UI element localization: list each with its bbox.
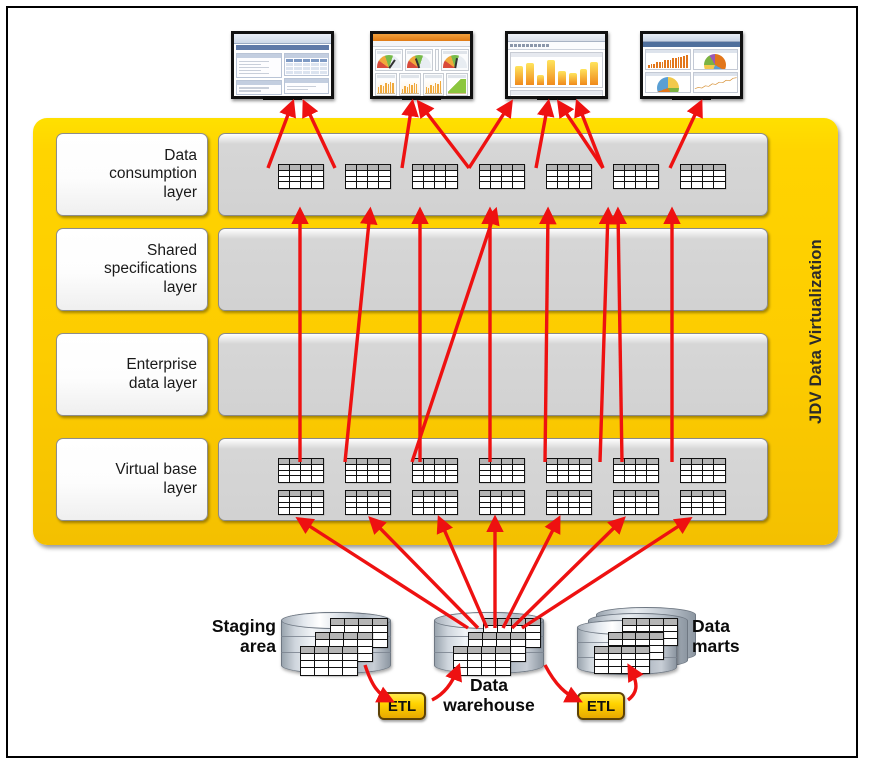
table-icon	[680, 458, 726, 483]
staging-area-label: Staging area	[211, 616, 276, 656]
layer-label-text: Virtual base layer	[115, 461, 197, 497]
table-icon	[453, 646, 511, 676]
table-icon	[345, 490, 391, 515]
table-icon	[278, 490, 324, 515]
layer-band-enterprise-data	[218, 333, 768, 416]
table-icon	[613, 164, 659, 189]
dashboard-report	[231, 31, 334, 100]
table-icon	[479, 164, 525, 189]
dashboard-gauges	[370, 31, 473, 100]
table-icon	[594, 646, 650, 674]
table-icon	[546, 458, 592, 483]
layer-band-shared-specifications	[218, 228, 768, 311]
table-icon	[300, 646, 358, 676]
table-icon	[278, 458, 324, 483]
etl-box-warehouse-to-marts: ETL	[577, 692, 625, 720]
jdv-container-label-text: JDV Data Virtualization	[806, 239, 825, 424]
layer-label-shared-specifications: Shared specifications layer	[56, 228, 208, 311]
table-icon	[412, 458, 458, 483]
layer-label-virtual-base: Virtual base layer	[56, 438, 208, 521]
layer-label-text: Data consumption layer	[109, 147, 197, 201]
table-icon	[613, 490, 659, 515]
dashboard-bars-area	[505, 31, 608, 100]
table-icon	[680, 490, 726, 515]
table-icon	[412, 164, 458, 189]
layer-label-enterprise-data: Enterprise data layer	[56, 333, 208, 416]
layer-label-text: Enterprise data layer	[126, 356, 197, 392]
diagram-canvas: JDV Data Virtualization Data consumption…	[0, 0, 870, 768]
table-icon	[680, 164, 726, 189]
table-icon	[345, 164, 391, 189]
data-marts-label: Data marts	[692, 616, 740, 656]
dashboard-charts-grid	[640, 31, 743, 100]
layer-label-data-consumption: Data consumption layer	[56, 133, 208, 216]
table-icon	[546, 490, 592, 515]
table-icon	[345, 458, 391, 483]
table-icon	[412, 490, 458, 515]
table-icon	[479, 458, 525, 483]
table-icon	[479, 490, 525, 515]
table-icon	[546, 164, 592, 189]
table-icon	[613, 458, 659, 483]
etl-box-staging-to-warehouse: ETL	[378, 692, 426, 720]
table-icon	[278, 164, 324, 189]
jdv-container-label: JDV Data Virtualization	[796, 118, 836, 545]
layer-label-text: Shared specifications layer	[103, 242, 197, 296]
jdv-container: JDV Data Virtualization Data consumption…	[33, 118, 838, 545]
data-warehouse-label: Data warehouse	[443, 675, 535, 715]
